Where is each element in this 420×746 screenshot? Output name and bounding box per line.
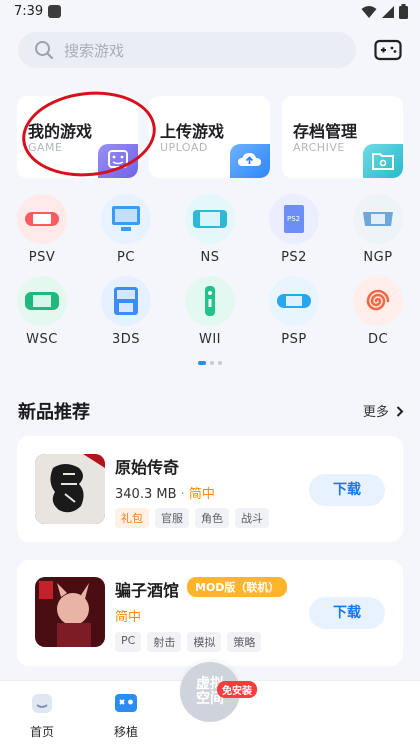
chevron-right-icon <box>396 406 404 417</box>
tag: 官服 <box>155 508 189 528</box>
platform-ns[interactable]: NS <box>180 194 240 265</box>
platform-wsc[interactable]: WSC <box>12 276 72 347</box>
mod-badge: MOD版（联机） <box>187 577 288 597</box>
card-title: 上传游戏 <box>160 122 225 141</box>
search-input[interactable]: 搜索游戏 <box>18 32 356 68</box>
tag: 角色 <box>195 508 229 528</box>
card-title: 存档管理 <box>293 122 358 141</box>
platform-label: 3DS <box>111 332 141 347</box>
game-card-liars-bar[interactable]: 骗子酒馆 MOD版（联机） 简中 PC 射击 模拟 策略 下载 <box>17 560 403 666</box>
battery-icon <box>399 4 408 19</box>
download-button[interactable]: 下载 <box>309 474 385 506</box>
game-tags: 礼包 官服 角色 战斗 <box>115 508 269 528</box>
platform-3ds[interactable]: 3DS <box>96 276 156 347</box>
ngp-console-icon <box>353 194 403 244</box>
platform-label: WSC <box>26 332 58 347</box>
platform-label: PS2 <box>281 250 307 265</box>
game-cover <box>35 454 105 524</box>
nav-home[interactable]: 首页 <box>12 691 72 740</box>
platform-label: PSP <box>281 332 307 347</box>
more-label: 更多 <box>362 405 389 420</box>
ps2-console-icon: PS2 <box>269 194 319 244</box>
nav-label: 首页 <box>29 725 54 739</box>
tag: 战斗 <box>235 508 269 528</box>
archive-manage-card[interactable]: 存档管理 ARCHIVE <box>282 96 403 178</box>
upload-cloud-icon <box>230 144 270 178</box>
page-dot <box>218 361 222 365</box>
search-placeholder: 搜索游戏 <box>64 42 125 60</box>
wii-remote-icon <box>185 276 235 326</box>
wsc-console-icon <box>17 276 67 326</box>
page-indicator <box>198 361 222 365</box>
folder-icon <box>363 144 403 178</box>
home-icon <box>32 694 52 713</box>
nav-label: 移植 <box>113 725 138 739</box>
platform-label: DC <box>367 332 389 347</box>
psp-console-icon <box>269 276 319 326</box>
game-language: 简中 <box>115 610 142 625</box>
tag: 模拟 <box>187 632 222 652</box>
3ds-console-icon <box>101 276 151 326</box>
game-card-ancient-legend[interactable]: 原始传奇 340.3 MB · 简中 礼包 官服 角色 战斗 下载 <box>17 436 403 542</box>
switch-console-icon <box>185 194 235 244</box>
game-cover <box>35 577 105 647</box>
svg-text:PS2: PS2 <box>287 215 300 223</box>
platform-label: PSV <box>28 250 56 265</box>
platform-psp[interactable]: PSP <box>264 276 324 347</box>
search-row: 搜索游戏 <box>18 32 402 70</box>
meta-separator: · <box>180 487 185 502</box>
game-name: 骗子酒馆 <box>115 581 180 600</box>
pc-monitor-icon <box>101 194 151 244</box>
tag: PC <box>115 632 142 652</box>
more-link[interactable]: 更多 <box>363 401 404 420</box>
game-size: 340.3 MB <box>115 487 177 502</box>
card-subtitle: ARCHIVE <box>293 141 345 154</box>
page-dot-active <box>198 361 206 365</box>
platform-label: WII <box>198 332 222 347</box>
platform-psv[interactable]: PSV <box>12 194 72 265</box>
game-tags: PC 射击 模拟 策略 <box>115 632 262 652</box>
status-icons <box>361 4 408 19</box>
search-icon <box>35 41 54 60</box>
wifi-icon <box>361 5 377 18</box>
upload-game-card[interactable]: 上传游戏 UPLOAD <box>149 96 270 178</box>
game-meta: 简中 <box>115 606 141 625</box>
game-meta: 340.3 MB · 简中 <box>115 483 215 502</box>
platform-dc[interactable]: DC <box>348 276 408 347</box>
no-install-badge: 免安装 <box>217 681 257 698</box>
gamepad-icon[interactable] <box>374 38 402 62</box>
notification-icon <box>48 5 61 18</box>
port-icon <box>115 694 137 712</box>
dreamcast-swirl-icon <box>353 276 403 326</box>
psv-console-icon <box>17 194 67 244</box>
game-language: 简中 <box>188 487 215 502</box>
tag: 射击 <box>147 632 182 652</box>
platform-label: NGP <box>363 250 393 265</box>
nav-port[interactable]: 移植 <box>96 691 156 740</box>
platform-ps2[interactable]: PS2 PS2 <box>264 194 324 265</box>
signal-icon <box>382 5 394 18</box>
platform-wii[interactable]: WII <box>180 276 240 347</box>
tag: 礼包 <box>115 508 149 528</box>
section-title: 新品推荐 <box>18 402 90 423</box>
platform-label: NS <box>200 250 220 265</box>
page-dot <box>210 361 214 365</box>
platform-label: PC <box>117 250 135 265</box>
platform-pc[interactable]: PC <box>96 194 156 265</box>
status-bar: 7:39 <box>0 0 420 26</box>
game-name: 原始传奇 <box>115 458 180 477</box>
card-subtitle: UPLOAD <box>160 141 208 154</box>
status-time: 7:39 <box>14 4 44 19</box>
download-button[interactable]: 下载 <box>309 597 385 629</box>
tag: 策略 <box>227 632 262 652</box>
platform-ngp[interactable]: NGP <box>348 194 408 265</box>
